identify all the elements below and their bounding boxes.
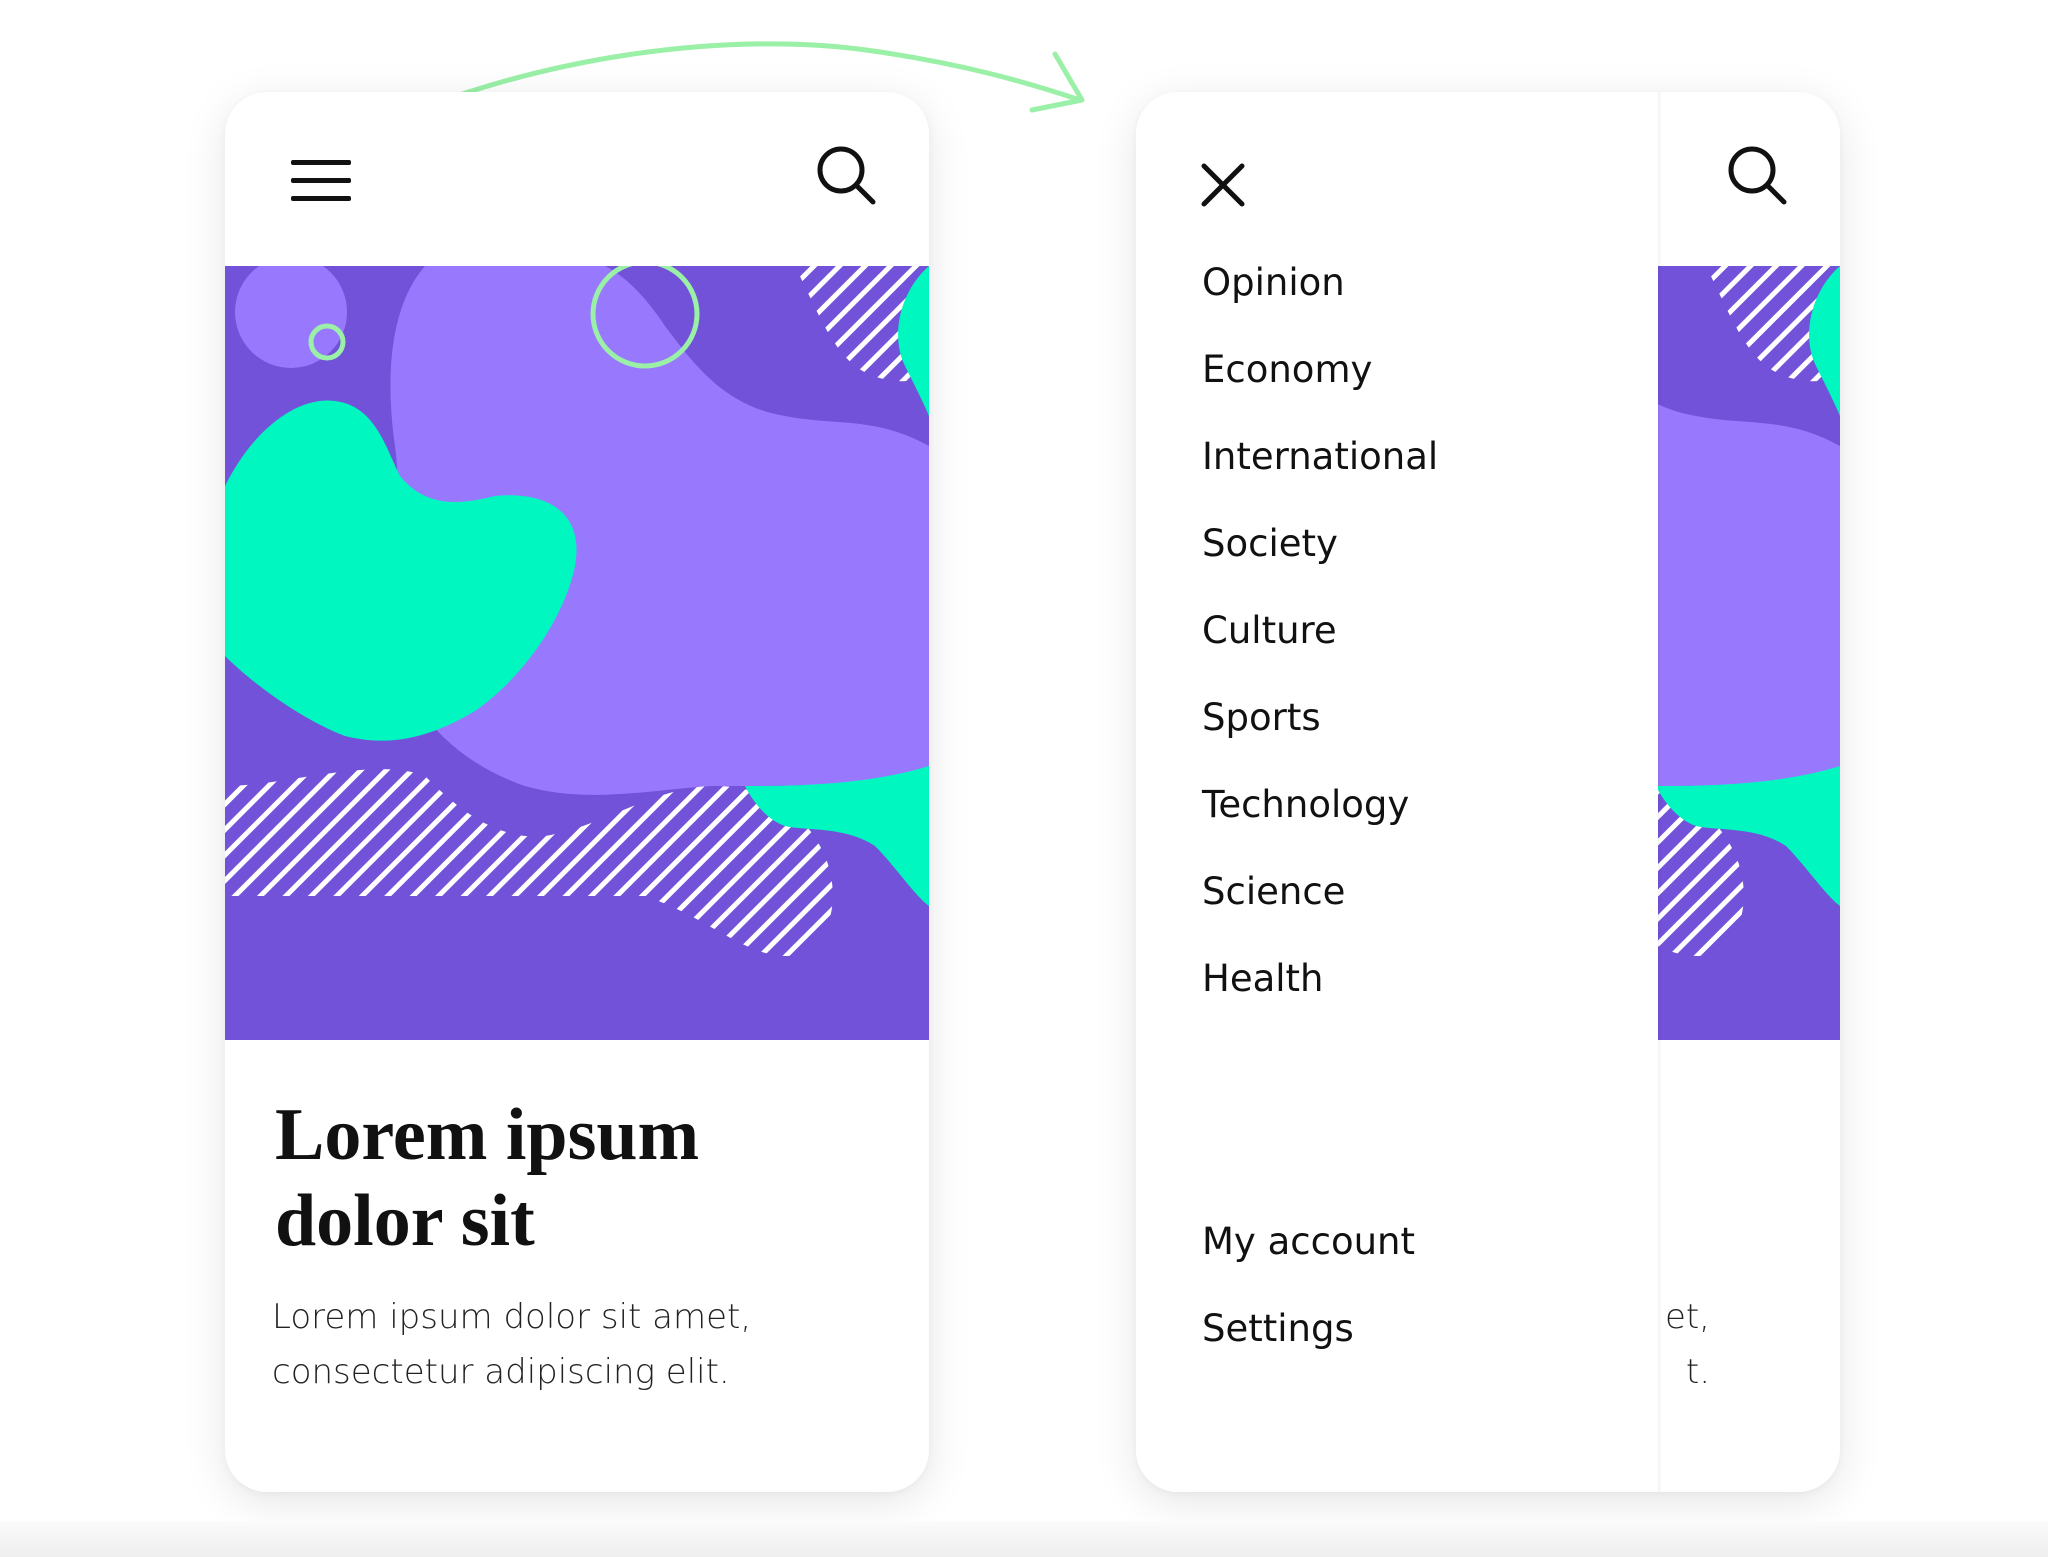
menu-item-science[interactable]: Science [1202,863,1438,950]
hero-image [225,266,929,1040]
menu-item-international[interactable]: International [1202,428,1438,515]
summary-line-1: Lorem ipsum dolor sit amet, [272,1297,752,1337]
article-title-line-2: dolor sit [275,1180,535,1262]
summary-peek-line-1: et, [1664,1297,1710,1337]
closed-menu-screen: Lorem ipsum dolor sit Lorem ipsum dolor … [225,92,929,1492]
summary-line-2: consectetur adipiscing elit. [272,1352,730,1392]
navigation-drawer: Opinion Economy International Society Cu… [1136,92,1662,1492]
hamburger-menu-icon[interactable] [289,156,355,206]
account-menu: My account Settings [1202,1213,1415,1387]
article-title[interactable]: Lorem ipsum dolor sit [275,1092,875,1264]
close-icon[interactable] [1200,162,1246,208]
menu-item-economy[interactable]: Economy [1202,341,1438,428]
summary-peek-line-2: t. [1685,1352,1710,1392]
search-icon[interactable] [1726,144,1790,208]
open-menu-screen: et, t. Opinion Economy International Soc… [1136,92,1840,1492]
article-title-line-1: Lorem ipsum [275,1094,700,1176]
menu-item-culture[interactable]: Culture [1202,602,1438,689]
menu-item-health[interactable]: Health [1202,950,1438,1037]
menu-item-opinion[interactable]: Opinion [1202,254,1438,341]
menu-item-society[interactable]: Society [1202,515,1438,602]
menu-item-my-account[interactable]: My account [1202,1213,1415,1300]
menu-list: Opinion Economy International Society Cu… [1202,254,1438,1037]
article-summary: Lorem ipsum dolor sit amet, consectetur … [272,1290,872,1400]
menu-item-settings[interactable]: Settings [1202,1300,1415,1387]
page-bottom-shade [0,1521,2048,1557]
menu-item-sports[interactable]: Sports [1202,689,1438,776]
menu-item-technology[interactable]: Technology [1202,776,1438,863]
search-icon[interactable] [815,144,879,208]
